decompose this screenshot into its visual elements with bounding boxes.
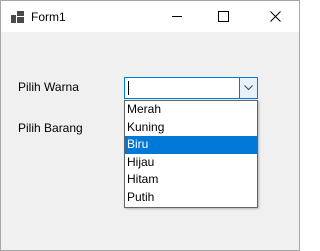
dropdown-option-hitam[interactable]: Hitam xyxy=(125,171,257,189)
close-button[interactable] xyxy=(253,1,299,32)
form-icon xyxy=(11,11,24,23)
combobox-dropdown-button[interactable] xyxy=(239,78,257,98)
warna-combobox[interactable] xyxy=(124,77,258,99)
close-icon xyxy=(270,11,281,22)
warna-dropdown-list[interactable]: Merah Kuning Biru Hijau Hitam Putih xyxy=(124,100,258,208)
dropdown-option-hijau[interactable]: Hijau xyxy=(125,154,257,172)
pilih-barang-label: Pilih Barang xyxy=(18,121,83,135)
maximize-button[interactable] xyxy=(200,1,246,32)
dropdown-option-biru[interactable]: Biru xyxy=(125,136,257,154)
minimize-icon xyxy=(172,16,182,17)
pilih-warna-label: Pilih Warna xyxy=(18,80,79,94)
text-caret xyxy=(128,81,129,95)
dropdown-option-merah[interactable]: Merah xyxy=(125,101,257,119)
chevron-down-icon xyxy=(244,85,253,91)
window-title: Form1 xyxy=(31,10,66,24)
dropdown-option-kuning[interactable]: Kuning xyxy=(125,119,257,137)
dropdown-option-putih[interactable]: Putih xyxy=(125,189,257,207)
minimize-button[interactable] xyxy=(154,1,200,32)
maximize-icon xyxy=(218,11,229,22)
title-bar[interactable]: Form1 xyxy=(1,1,299,32)
form1-window: Form1 Pilih Warna Pilih Barang Merah Kun… xyxy=(0,0,300,251)
